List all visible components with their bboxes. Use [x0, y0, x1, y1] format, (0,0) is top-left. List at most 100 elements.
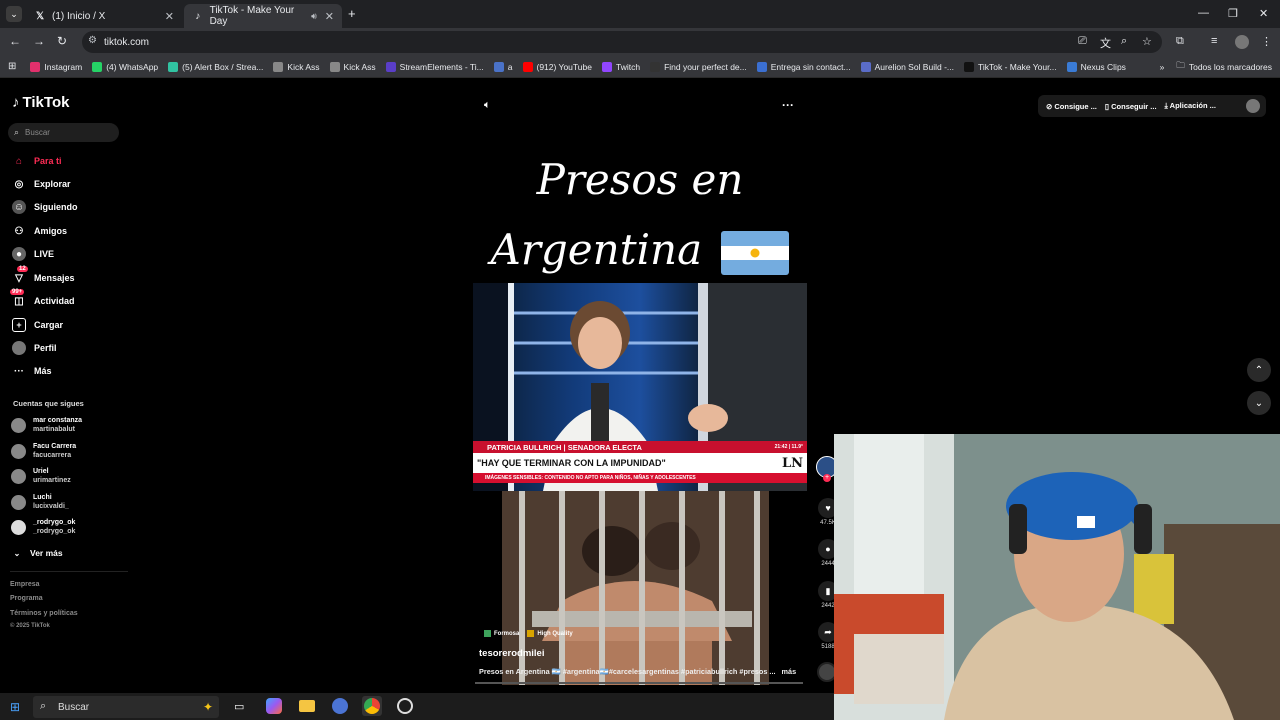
search-input[interactable]: ⌕ Buscar	[8, 123, 119, 142]
bookmark-item[interactable]: Twitch	[601, 61, 641, 72]
footer-link[interactable]: Términos y políticas	[10, 610, 78, 617]
logo-text: TikTok	[22, 94, 70, 111]
following-title: Cuentas que sigues	[13, 399, 84, 408]
minimize-icon[interactable]: —	[1198, 7, 1209, 19]
bookmark-label: Nexus Clips	[1080, 61, 1126, 72]
bookmark-item[interactable]: Kick Ass	[329, 61, 376, 72]
tiktok-logo[interactable]: ♪ TikTok	[12, 94, 69, 111]
tag[interactable]: Formosa	[484, 630, 519, 637]
follow-plus-icon[interactable]: +	[823, 474, 831, 482]
bookmark-item[interactable]: TikTok - Make Your...	[963, 61, 1057, 72]
reload-icon[interactable]: ↻	[57, 34, 67, 48]
bookmark-item[interactable]: Aurelion Sol Build -...	[860, 61, 954, 72]
following-account[interactable]: mar constanza martinabalut	[11, 416, 82, 434]
bookmark-item[interactable]: (912) YouTube	[522, 61, 592, 72]
menu-icon[interactable]: ⋮	[1261, 35, 1272, 48]
caption-text: Argentina	[490, 225, 703, 274]
previous-video-button[interactable]: ⌃	[1247, 358, 1271, 382]
next-video-button[interactable]: ⌄	[1247, 391, 1271, 415]
nav-perfil[interactable]: Perfil	[12, 341, 57, 355]
nav-mensajes[interactable]: ▽ 12 Mensajes	[12, 266, 75, 285]
nav-live[interactable]: ● LIVE	[12, 247, 54, 261]
bookmark-item[interactable]: (5) Alert Box / Strea...	[168, 61, 263, 72]
chevron-right-icon[interactable]: »	[1160, 62, 1165, 72]
obs-icon[interactable]	[397, 698, 413, 714]
address-bar[interactable]: ⚙ tiktok.com	[82, 31, 1162, 53]
following-account[interactable]: Uriel urimartinez	[11, 467, 71, 485]
restore-icon[interactable]: ❐	[1228, 7, 1238, 20]
volume-icon[interactable]: 🔈︎	[484, 99, 491, 112]
bookmark-item[interactable]: Find your perfect de...	[650, 61, 747, 72]
footer-link[interactable]: Programa	[10, 595, 43, 602]
bookmark-favicon-icon	[963, 61, 974, 72]
back-icon[interactable]: ←	[9, 34, 21, 48]
bookmark-favicon-icon	[1066, 61, 1077, 72]
see-more-button[interactable]: ⌄ Ver más	[12, 546, 63, 560]
nav-actividad[interactable]: ◫ 99+ Actividad	[10, 289, 75, 308]
app-button[interactable]: ⤓ Aplicación ...	[1165, 101, 1216, 111]
bookmark-item[interactable]: Nexus Clips	[1066, 61, 1126, 72]
nav-para-ti[interactable]: ⌂ Para ti	[12, 154, 62, 168]
profile-avatar[interactable]	[1235, 35, 1249, 49]
progress-bar[interactable]	[475, 682, 803, 684]
bookmark-item[interactable]: a	[493, 61, 513, 72]
taskbar-search-input[interactable]: ⌕ Buscar ✦	[33, 696, 219, 718]
chrome-profile-icon[interactable]	[332, 698, 348, 714]
speaker-icon[interactable]: 🔊︎	[311, 11, 317, 22]
file-explorer-icon[interactable]	[299, 700, 315, 712]
chevron-down-icon: ⌄	[1254, 397, 1264, 409]
account-name: Facu Carrera	[33, 443, 77, 450]
bookmark-item[interactable]: Instagram	[30, 61, 82, 72]
tab-search-button[interactable]: ⌄	[6, 6, 22, 22]
zoom-icon[interactable]: ⌕	[1121, 35, 1127, 48]
copilot-icon[interactable]	[266, 698, 282, 714]
bookmark-label: (912) YouTube	[536, 61, 592, 72]
nav-amigos[interactable]: ⚇ Amigos	[12, 224, 68, 238]
pc-app-button[interactable]: ▯ Conseguir ...	[1105, 102, 1157, 111]
nav-siguiendo[interactable]: ☺ Siguiendo	[12, 200, 78, 214]
video-author[interactable]: tesorerodmilei	[479, 648, 544, 659]
following-account[interactable]: _rodrygo_ok _rodrygo_ok	[11, 518, 75, 536]
new-tab-button[interactable]: +	[348, 6, 356, 21]
bookmark-item[interactable]: (4) WhatsApp	[92, 61, 158, 72]
following-account[interactable]: Luchi lucixvaldi_	[11, 493, 69, 511]
close-icon[interactable]: ✕	[325, 10, 334, 23]
bookmark-favicon-icon	[756, 61, 767, 72]
bookmark-item[interactable]: Entrega sin contact...	[756, 61, 851, 72]
nav-mas[interactable]: ··· Más	[12, 364, 52, 378]
following-account[interactable]: Facu Carrera facucarrera	[11, 442, 76, 460]
coins-button[interactable]: ⊘ Consigue ...	[1046, 102, 1097, 111]
bookmark-item[interactable]: Kick Ass	[273, 61, 320, 72]
media-icon[interactable]: ≡	[1211, 35, 1217, 47]
nav-cargar[interactable]: + Cargar	[12, 318, 63, 332]
nav-label: Siguiendo	[34, 202, 78, 212]
bookmark-label: TikTok - Make Your...	[977, 61, 1057, 72]
tab-x[interactable]: 𝕏 (1) Inicio / X ✕	[26, 4, 182, 28]
nav-explorar[interactable]: ◎ Explorar	[12, 177, 71, 191]
tag[interactable]: High Quality	[527, 630, 573, 637]
translate-icon[interactable]: 文	[1100, 35, 1111, 51]
bookmark-item[interactable]: StreamElements - Ti...	[385, 61, 484, 72]
site-info-icon[interactable]: ⚙	[88, 35, 97, 46]
install-app-icon[interactable]: ⎚	[1078, 35, 1087, 48]
forward-icon[interactable]: →	[33, 34, 45, 48]
tag-label: Formosa	[494, 630, 520, 637]
bookmark-star-icon[interactable]: ☆	[1142, 35, 1152, 48]
user-avatar[interactable]	[1246, 99, 1260, 113]
bookmark-label: Twitch	[615, 61, 641, 72]
tab-tiktok[interactable]: ♪ TikTok - Make Your Day 🔊︎ ✕	[184, 4, 342, 28]
apps-icon[interactable]: ⊞	[8, 61, 16, 72]
url-text: tiktok.com	[104, 36, 150, 48]
task-view-icon[interactable]: ▭	[234, 700, 244, 713]
close-icon[interactable]: ✕	[165, 10, 174, 23]
extensions-icon[interactable]: ⧉	[1176, 35, 1184, 48]
video-tags: Formosa High Quality	[484, 630, 573, 637]
account-handle: urimartinez	[33, 477, 71, 484]
windows-start-icon[interactable]: ⊞	[10, 700, 20, 714]
more-link[interactable]: más	[782, 667, 797, 676]
all-bookmarks[interactable]: » 🗀 Todos los marcadores	[1160, 60, 1272, 74]
footer-link[interactable]: Empresa	[10, 581, 40, 588]
chrome-icon[interactable]	[364, 698, 380, 714]
close-window-icon[interactable]: ✕	[1259, 7, 1268, 20]
more-options-icon[interactable]: ···	[782, 98, 794, 112]
